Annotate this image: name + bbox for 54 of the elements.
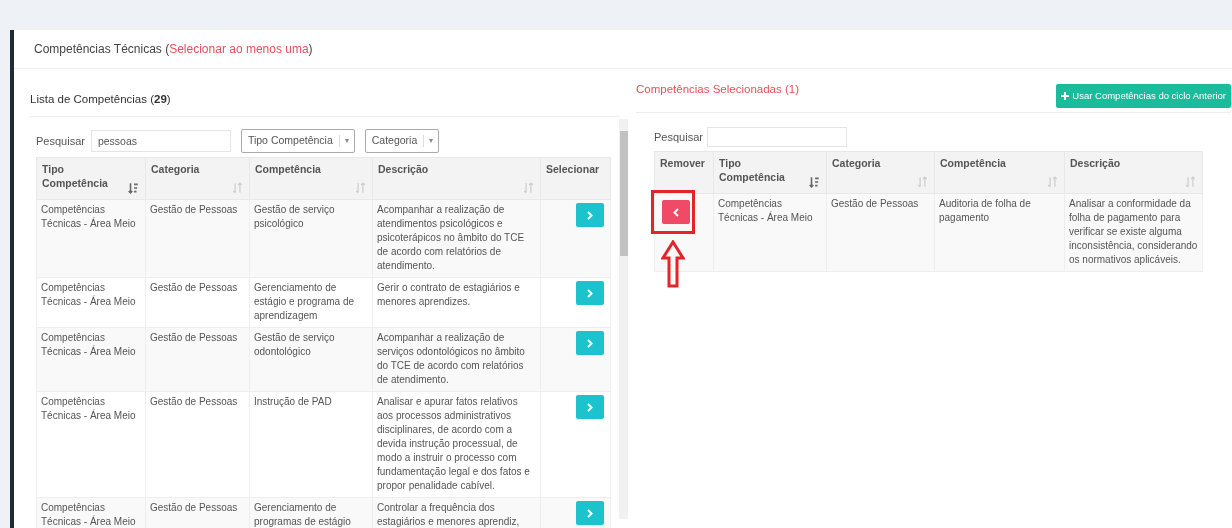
sort-icon[interactable] (232, 182, 243, 195)
table-cell: Acompanhar a realização de atendimentos psicológicos e psicoterápicos no âmbito do TCE de acordo com relatórios de atendimento. (372, 199, 541, 278)
table-cell: Competências Técnicas - Área Meio (36, 327, 146, 392)
table-cell: Acompanhar a realização de serviços odontológicos no âmbito do TCE de acordo com relatórios de atendimento. (372, 327, 541, 392)
table-cell: Auditoria de folha de pagamento (934, 193, 1065, 272)
table-cell: Analisar e apurar fatos relativos aos processos administrativos disciplinares, de acordo com a devida instrução processual, de modo a instruir o processo com fundamentação legal e dos fatos e propor penalidade cabível. (372, 391, 541, 498)
sort-icon[interactable] (917, 176, 928, 189)
chevron-left-icon (673, 207, 679, 217)
table-cell: Gerenciamento de estágio e programa de aprendizagem (249, 277, 373, 328)
chevron-right-icon (587, 288, 593, 298)
filter-dropdown[interactable]: Tipo Competência ▾ (240, 129, 355, 154)
table-cell: Competências Técnicas - Área Meio (713, 193, 827, 272)
plus-icon (1061, 92, 1070, 101)
table-cell: Gestão de Pessoas (145, 277, 250, 328)
table-cell: Instrução de PAD (249, 391, 373, 498)
table-cell: Competências Técnicas - Área Meio (36, 199, 146, 278)
table-cell: Gestão de Pessoas (145, 199, 250, 278)
sort-icon[interactable] (1185, 176, 1196, 189)
search-field[interactable]: pessoas (90, 130, 231, 153)
select-button[interactable] (576, 331, 604, 356)
scrollbar-thumb[interactable] (620, 131, 628, 257)
table-cell: Competências Técnicas - Área Meio (36, 391, 146, 498)
list-title: Lista de Competências (29) (30, 93, 171, 105)
chevron-right-icon (587, 402, 593, 412)
select-button[interactable] (576, 501, 604, 526)
scrollbar-track[interactable] (619, 119, 628, 520)
select-button[interactable] (576, 203, 604, 228)
table-cell: Analisar a conformidade da folha de pagamento para verificar se existe alguma inconsistência, considerando os normativos aplicáveis. (1064, 193, 1203, 272)
chevron-right-icon (587, 338, 593, 348)
search-label: Pesquisar (36, 134, 85, 149)
sort-ascending-icon[interactable] (128, 182, 139, 195)
select-button[interactable] (576, 281, 604, 306)
table-cell: Gestão de Pessoas (145, 327, 250, 392)
table-cell: Gestão de Pessoas (145, 391, 250, 498)
table-cell: Competências Técnicas - Área Meio (36, 497, 146, 528)
remove-button[interactable] (662, 200, 690, 225)
selected-list-title: Competências Selecionadas (1) (636, 82, 799, 97)
table-cell: Gestão de serviço psicológico (249, 199, 373, 278)
table-cell: Gestão de Pessoas (826, 193, 935, 272)
chevron-right-icon (587, 210, 593, 220)
sort-icon[interactable] (1047, 176, 1058, 189)
filter-dropdown[interactable]: Categoria ▾ (364, 129, 440, 154)
table-cell: Gerir o contrato de estagiários e menores aprendizes. (372, 277, 541, 328)
search-field[interactable] (706, 127, 847, 148)
chevron-right-icon (587, 508, 593, 518)
search-label: Pesquisar (654, 130, 703, 145)
sort-icon[interactable] (355, 182, 366, 195)
up-arrow-annotation (661, 240, 685, 289)
select-button[interactable] (576, 395, 604, 420)
sort-ascending-icon[interactable] (809, 176, 820, 189)
section-title: Competências Técnicas (Selecionar ao menos uma) (34, 42, 313, 56)
table-cell: Competências Técnicas - Área Meio (36, 277, 146, 328)
sort-icon[interactable] (523, 182, 534, 195)
table-cell: Gestão de serviço odontológico (249, 327, 373, 392)
